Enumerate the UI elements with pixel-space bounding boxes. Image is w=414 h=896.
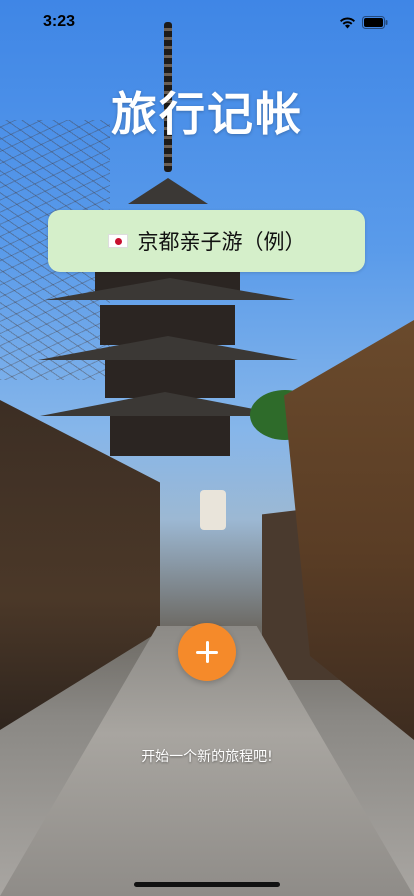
add-trip-button[interactable] [178, 623, 236, 681]
battery-icon [362, 16, 388, 29]
app-screen: 3:23 旅行记帐 京都亲子游（例） 开始一个新的旅程吧! [0, 0, 414, 896]
pagoda-tier [110, 416, 230, 456]
pagoda-roof [38, 336, 298, 360]
app-title: 旅行记帐 [111, 87, 303, 141]
status-time: 3:23 [43, 13, 76, 30]
plus-icon [196, 641, 218, 663]
home-indicator[interactable] [134, 882, 280, 887]
trip-name: 京都亲子游（例） [137, 230, 306, 254]
pagoda-roof [45, 278, 295, 300]
status-bar: 3:23 [0, 0, 414, 44]
trip-card[interactable]: 京都亲子游（例） [48, 210, 365, 272]
start-prompt: 开始一个新的旅程吧! [141, 749, 273, 765]
japan-flag-icon [107, 234, 128, 248]
stone-lantern [200, 490, 226, 530]
pagoda-roof [128, 178, 208, 204]
wifi-icon [340, 17, 355, 29]
